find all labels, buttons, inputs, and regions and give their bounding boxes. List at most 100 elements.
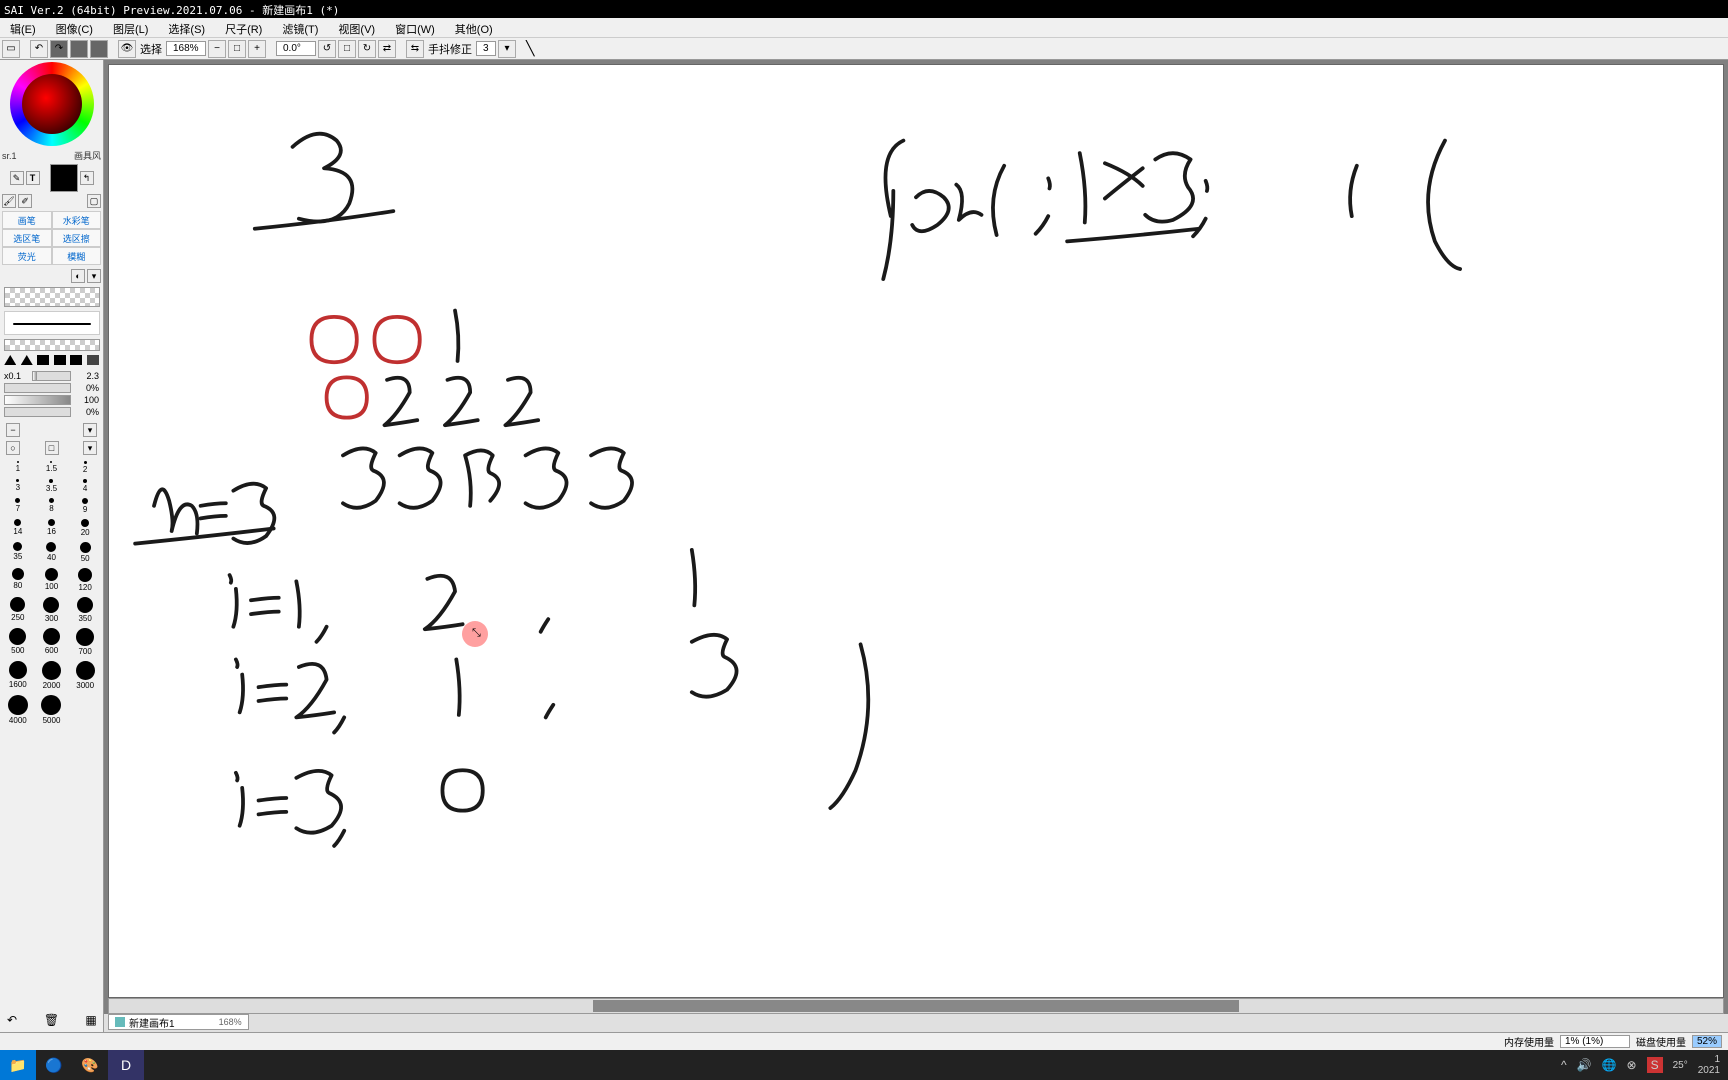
flip-button[interactable]: ⇄ [378,40,396,58]
brush-size-option[interactable]: 4000 [2,693,34,726]
brush-size-option[interactable]: 100 [36,566,68,593]
brush-size-option[interactable]: 7 [2,496,34,515]
stabilizer-value[interactable]: 3 [476,41,496,56]
brush-size-option[interactable]: 2 [69,459,101,475]
toolbar-btn[interactable]: ▭ [2,40,20,58]
app-icon-2[interactable]: 🎨 [72,1050,108,1080]
toolbar-btn[interactable] [90,40,108,58]
size-slider[interactable] [32,371,71,381]
bucket-icon[interactable]: ▢ [87,194,101,208]
color-swatch[interactable] [50,164,78,192]
tip-square[interactable] [70,355,82,365]
brush-size-option[interactable]: 9 [69,496,101,515]
brush-size-option[interactable]: 8 [36,496,68,515]
tip-square[interactable] [87,355,99,365]
undo-icon[interactable]: ↶ [4,1012,20,1028]
brush-size-option[interactable]: 4 [69,477,101,494]
menu-ruler[interactable]: 尺子(R) [215,18,272,37]
tool-select-pen[interactable]: 选区笔 [2,229,52,247]
text-tool-icon[interactable]: T [26,171,40,185]
brush-size-option[interactable]: 700 [69,626,101,657]
zoom-in-button[interactable]: + [248,40,266,58]
brush-size-option[interactable]: 1600 [2,659,34,691]
brush-size-option[interactable]: 3000 [69,659,101,691]
brush-size-option[interactable]: 50 [69,540,101,564]
blend-slider[interactable] [4,407,71,417]
brush-size-option[interactable]: 35 [2,540,34,564]
rotate-cw-button[interactable]: ↻ [358,40,376,58]
brush-size-option[interactable]: 1 [2,459,34,475]
tool-glow[interactable]: 荧光 [2,247,52,265]
tab-document[interactable]: 新建画布1 168% [108,1014,249,1030]
menu-select[interactable]: 选择(S) [158,18,215,37]
toolbar-btn[interactable] [70,40,88,58]
brush-size-option[interactable]: 2000 [36,659,68,691]
brush-size-option[interactable]: 600 [36,626,68,657]
brush-size-option[interactable]: 16 [36,517,68,538]
brush-icon[interactable]: 🖌 [2,194,16,208]
dropdown-icon[interactable]: ▾ [83,441,97,455]
tool-watercolor[interactable]: 水彩笔 [52,211,102,229]
rotation-value[interactable]: 0.0° [276,41,316,56]
network-icon[interactable]: 🌐 [1602,1058,1617,1072]
zoom-out-button[interactable]: − [208,40,226,58]
brush-size-option[interactable]: 5000 [36,693,68,726]
dropdown-icon[interactable]: ▾ [83,423,97,437]
close-tray-icon[interactable]: ⊗ [1627,1058,1637,1072]
density-slider[interactable] [4,395,71,405]
menu-view[interactable]: 视图(V) [328,18,385,37]
ime-icon[interactable]: S [1647,1057,1663,1073]
brush-size-option[interactable]: 350 [69,595,101,624]
slider-icon[interactable]: ◐ [71,269,85,283]
redo-button[interactable]: ↷ [50,40,68,58]
undo-button[interactable]: ↶ [30,40,48,58]
tool-brush[interactable]: 画笔 [2,211,52,229]
minus-icon[interactable]: − [6,423,20,437]
tip-triangle[interactable] [4,355,16,365]
line-icon[interactable]: ╲ [526,40,534,57]
tip-triangle[interactable] [21,355,33,365]
menu-window[interactable]: 窗口(W) [385,18,445,37]
file-explorer-icon[interactable]: 📁 [0,1050,36,1080]
menu-other[interactable]: 其他(O) [445,18,503,37]
zoom-value[interactable]: 168% [166,41,206,56]
chevron-up-icon[interactable]: ^ [1561,1058,1567,1072]
layers-icon[interactable]: ▦ [83,1012,99,1028]
rotate-ccw-button[interactable]: ↺ [318,40,336,58]
canvas[interactable]: ⤡ [108,64,1724,998]
brush-size-option[interactable]: 120 [69,566,101,593]
menu-image[interactable]: 图像(C) [46,18,103,37]
trash-icon[interactable]: 🗑 [44,1012,60,1028]
stabilizer-dropdown[interactable]: ▾ [498,40,516,58]
dev-app-icon[interactable]: D [108,1050,144,1080]
volume-icon[interactable]: 🔊 [1577,1058,1592,1072]
swap-colors-icon[interactable]: ↰ [80,171,94,185]
app-icon-1[interactable]: 🔵 [36,1050,72,1080]
eraser-icon[interactable]: ✐ [18,194,32,208]
eyedropper-icon[interactable]: ✎ [10,171,24,185]
brush-size-option[interactable]: 3.5 [36,477,68,494]
rotate-reset-button[interactable]: □ [338,40,356,58]
square-icon[interactable]: □ [45,441,59,455]
menu-filter[interactable]: 滤镜(T) [272,18,328,37]
color-wheel[interactable] [10,62,94,146]
horizontal-scrollbar[interactable] [108,998,1724,1014]
brush-size-option[interactable]: 14 [2,517,34,538]
tip-square[interactable] [37,355,49,365]
eye-icon[interactable]: 👁 [118,40,136,58]
brush-size-option[interactable]: 1.5 [36,459,68,475]
menu-edit[interactable]: 辑(E) [0,18,46,37]
opacity-slider[interactable] [4,383,71,393]
circle-icon[interactable]: ○ [6,441,20,455]
tool-blur[interactable]: 模糊 [52,247,102,265]
tool-select-erase[interactable]: 选区擦 [52,229,102,247]
brush-size-option[interactable]: 250 [2,595,34,624]
menu-layer[interactable]: 图层(L) [103,18,158,37]
brush-size-option[interactable]: 3 [2,477,34,494]
brush-size-option[interactable]: 500 [2,626,34,657]
zoom-reset-button[interactable]: □ [228,40,246,58]
menu-icon[interactable]: ▾ [87,269,101,283]
brush-size-option[interactable]: 20 [69,517,101,538]
brush-size-option[interactable]: 40 [36,540,68,564]
brush-size-option[interactable]: 300 [36,595,68,624]
